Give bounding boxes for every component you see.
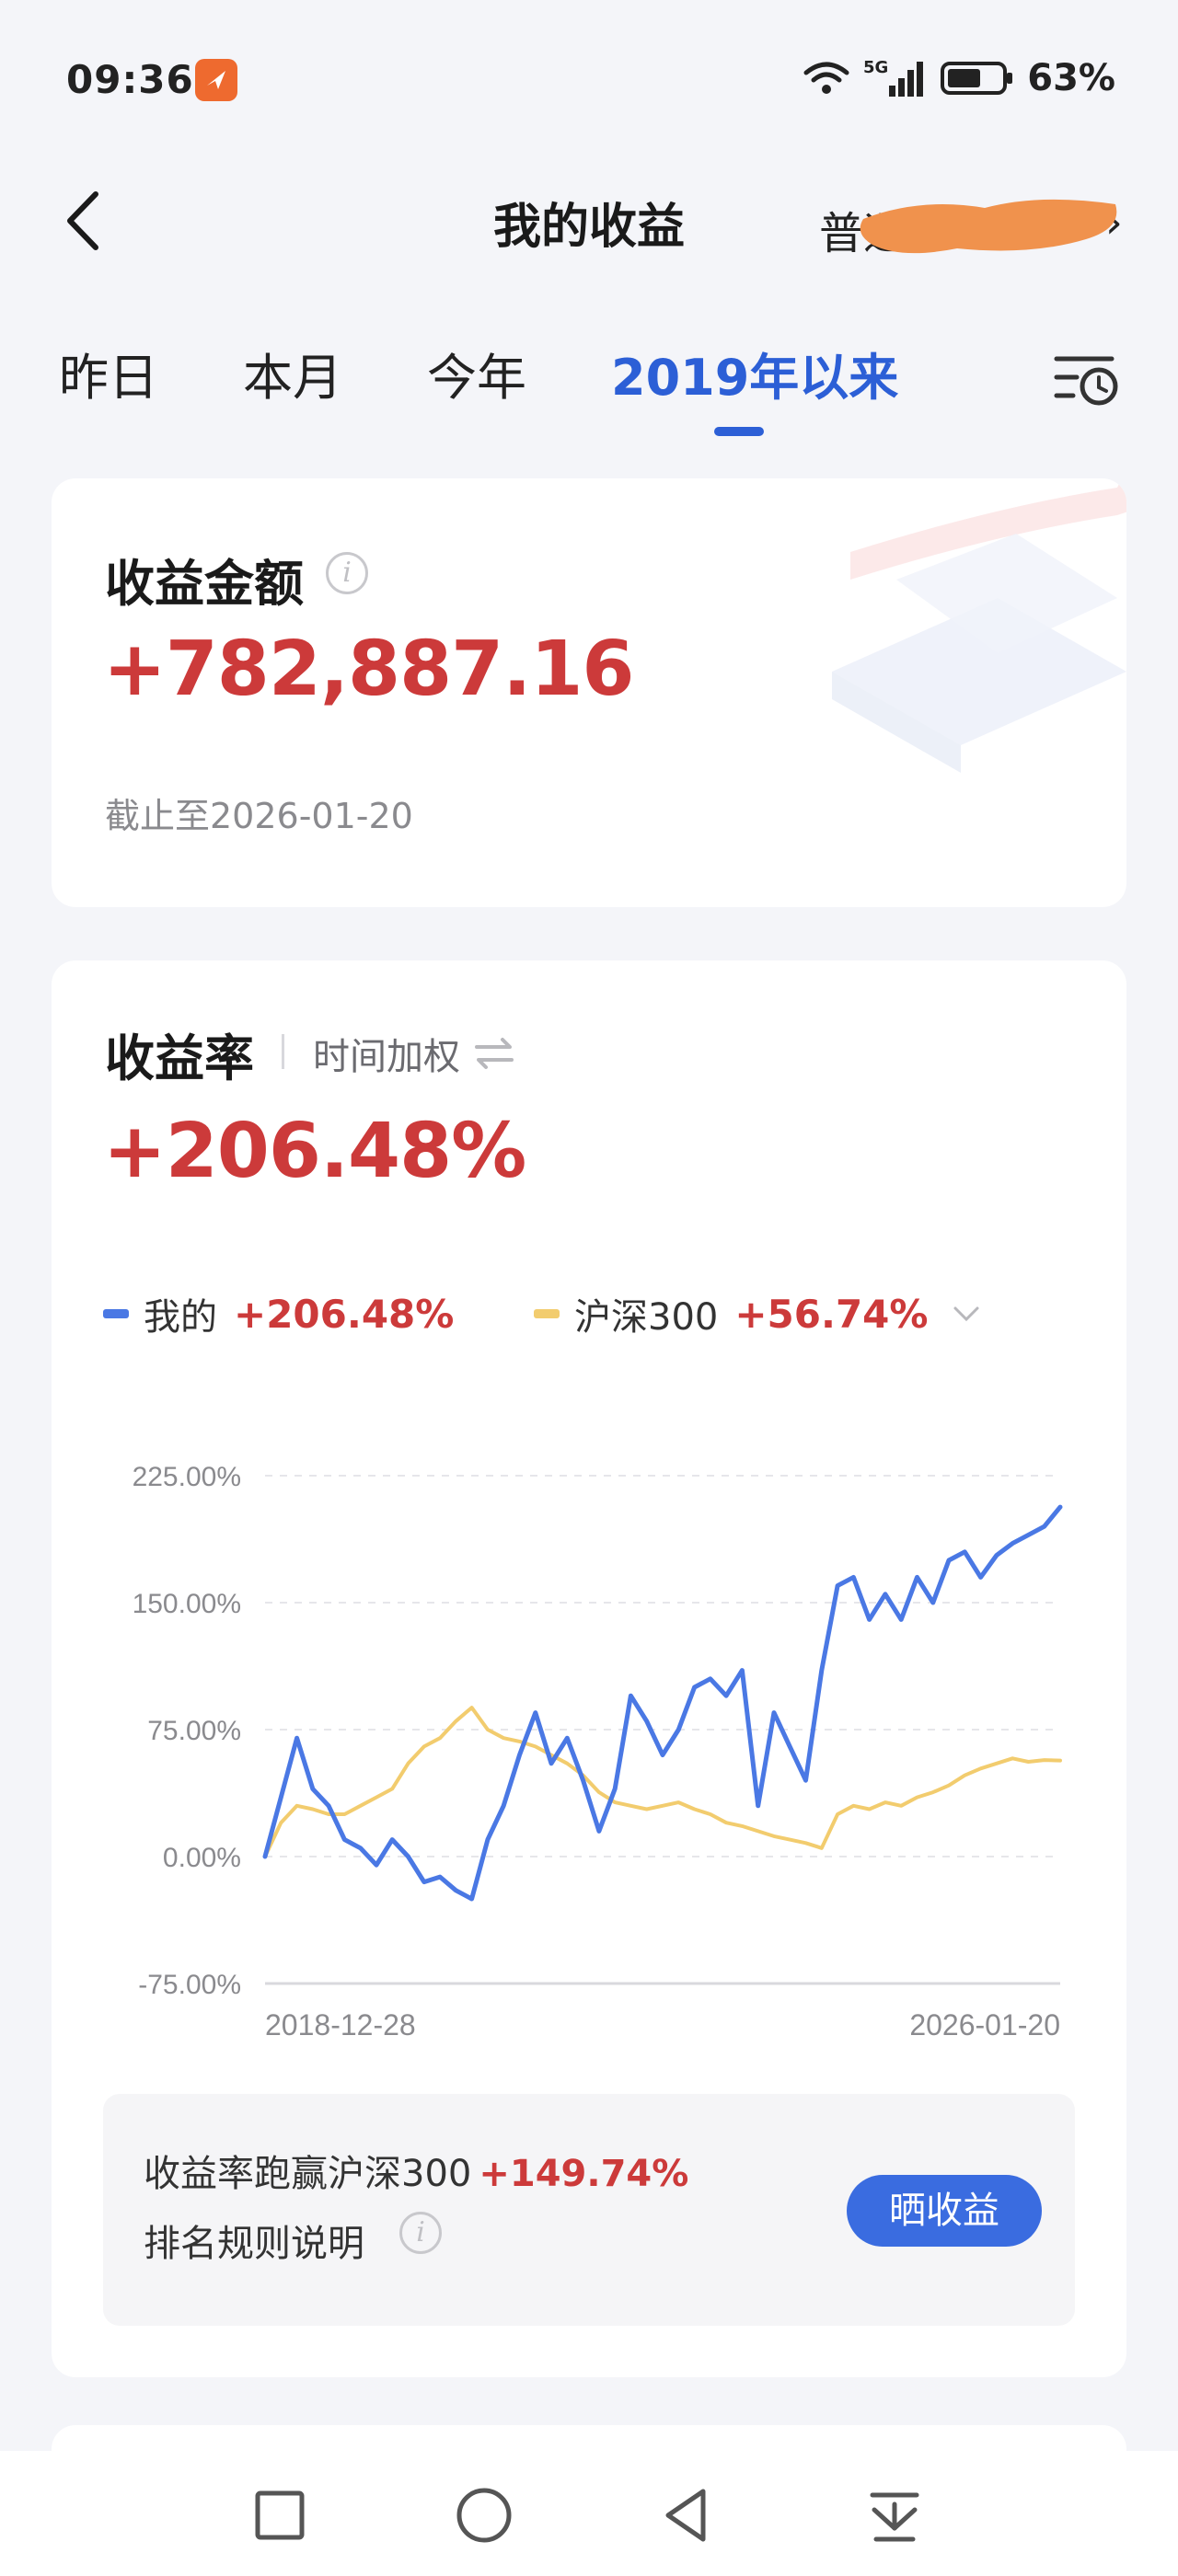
decorative-illustration xyxy=(832,478,1126,773)
legend-name-mine: 我的 xyxy=(144,1296,217,1339)
status-time: 09:36 xyxy=(66,57,194,102)
x-tick-label: 2018-12-28 xyxy=(265,2008,416,2041)
legend-swatch-index xyxy=(534,1309,560,1318)
legend-name-index: 沪深300 xyxy=(574,1296,719,1339)
info-icon[interactable]: i xyxy=(399,2212,442,2254)
legend-value-index: +56.74% xyxy=(734,1291,929,1337)
ranking-rules-link[interactable]: 排名规则说明 xyxy=(144,2214,364,2267)
legend-mine: 我的 +206.48% xyxy=(103,1286,454,1341)
status-icons: 5G 63% xyxy=(803,55,1115,101)
swap-icon[interactable] xyxy=(473,1034,515,1071)
y-tick-label: 225.00% xyxy=(133,1462,241,1492)
tab-this-year[interactable]: 今年 xyxy=(427,337,526,409)
wifi-icon xyxy=(803,62,849,94)
tab-since-2019[interactable]: 2019年以来 xyxy=(611,337,898,409)
benchmark-box: 收益率跑赢沪深300 +149.74% 排名规则说明 i 晒收益 xyxy=(103,2094,1075,2326)
y-tick-label: 0.00% xyxy=(163,1843,241,1873)
info-icon[interactable]: i xyxy=(326,552,368,594)
legend-index[interactable]: 沪深300 +56.74% xyxy=(534,1286,981,1341)
tab-yesterday[interactable]: 昨日 xyxy=(59,337,158,409)
series-line-mine xyxy=(262,1504,1063,1902)
beat-value: +149.74% xyxy=(479,2153,689,2195)
profit-title: 收益金额 xyxy=(105,555,304,613)
y-tick-label: 75.00% xyxy=(147,1716,241,1746)
beat-label: 收益率跑赢沪深300 xyxy=(144,2153,472,2195)
rate-title: 收益率 xyxy=(105,1029,254,1087)
signal-5g-icon: 5G xyxy=(863,58,924,97)
recent-apps-icon[interactable] xyxy=(247,2482,313,2548)
active-tab-indicator xyxy=(714,427,764,436)
profit-amount: +782,887.16 xyxy=(103,626,634,713)
list-clock-icon[interactable] xyxy=(1051,342,1125,416)
y-tick-label: 150.00% xyxy=(133,1589,241,1619)
battery-percent: 63% xyxy=(1027,57,1115,99)
redaction-scribble xyxy=(860,199,1117,254)
return-rate-card: 收益率 时间加权 +206.48% 我的 +206.48% 沪深300 +56.… xyxy=(52,960,1126,2377)
system-nav-bar xyxy=(0,2451,1178,2576)
home-icon[interactable] xyxy=(451,2482,517,2548)
rate-value: +206.48% xyxy=(103,1108,526,1195)
chevron-down-icon[interactable] xyxy=(952,1305,981,1323)
legend-value-mine: +206.48% xyxy=(234,1291,455,1337)
as-of-date: 截止至2026-01-20 xyxy=(105,796,413,836)
svg-text:5G: 5G xyxy=(863,58,888,77)
period-tabs: 昨日 本月 今年 2019年以来 xyxy=(0,322,1178,442)
divider xyxy=(282,1034,284,1069)
profit-amount-card: 收益金额 i +782,887.16 截止至2026-01-20 xyxy=(52,478,1126,907)
x-tick-label: 2026-01-20 xyxy=(909,2008,1060,2041)
back-nav-icon[interactable] xyxy=(655,2482,722,2548)
y-tick-label: -75.00% xyxy=(138,1970,241,2000)
legend-swatch-mine xyxy=(103,1309,129,1318)
beat-line: 收益率跑赢沪深300 +149.74% xyxy=(144,2144,688,2197)
app-notification-icon xyxy=(195,59,237,101)
return-chart: 225.00% 150.00% 75.00% 0.00% -75.00% 2018-12-… xyxy=(133,1462,1063,2041)
nav-header: 我的收益 普通 › xyxy=(0,166,1178,276)
battery-icon xyxy=(941,62,1013,95)
share-profit-button[interactable]: 晒收益 xyxy=(847,2175,1042,2247)
account-switch[interactable]: 普通 › xyxy=(819,191,1123,265)
rate-mode-label[interactable]: 时间加权 xyxy=(313,1027,460,1080)
notification-pulldown-icon[interactable] xyxy=(861,2482,928,2548)
status-bar: 09:36 5G 63% xyxy=(0,0,1178,156)
tab-this-month[interactable]: 本月 xyxy=(243,337,342,409)
